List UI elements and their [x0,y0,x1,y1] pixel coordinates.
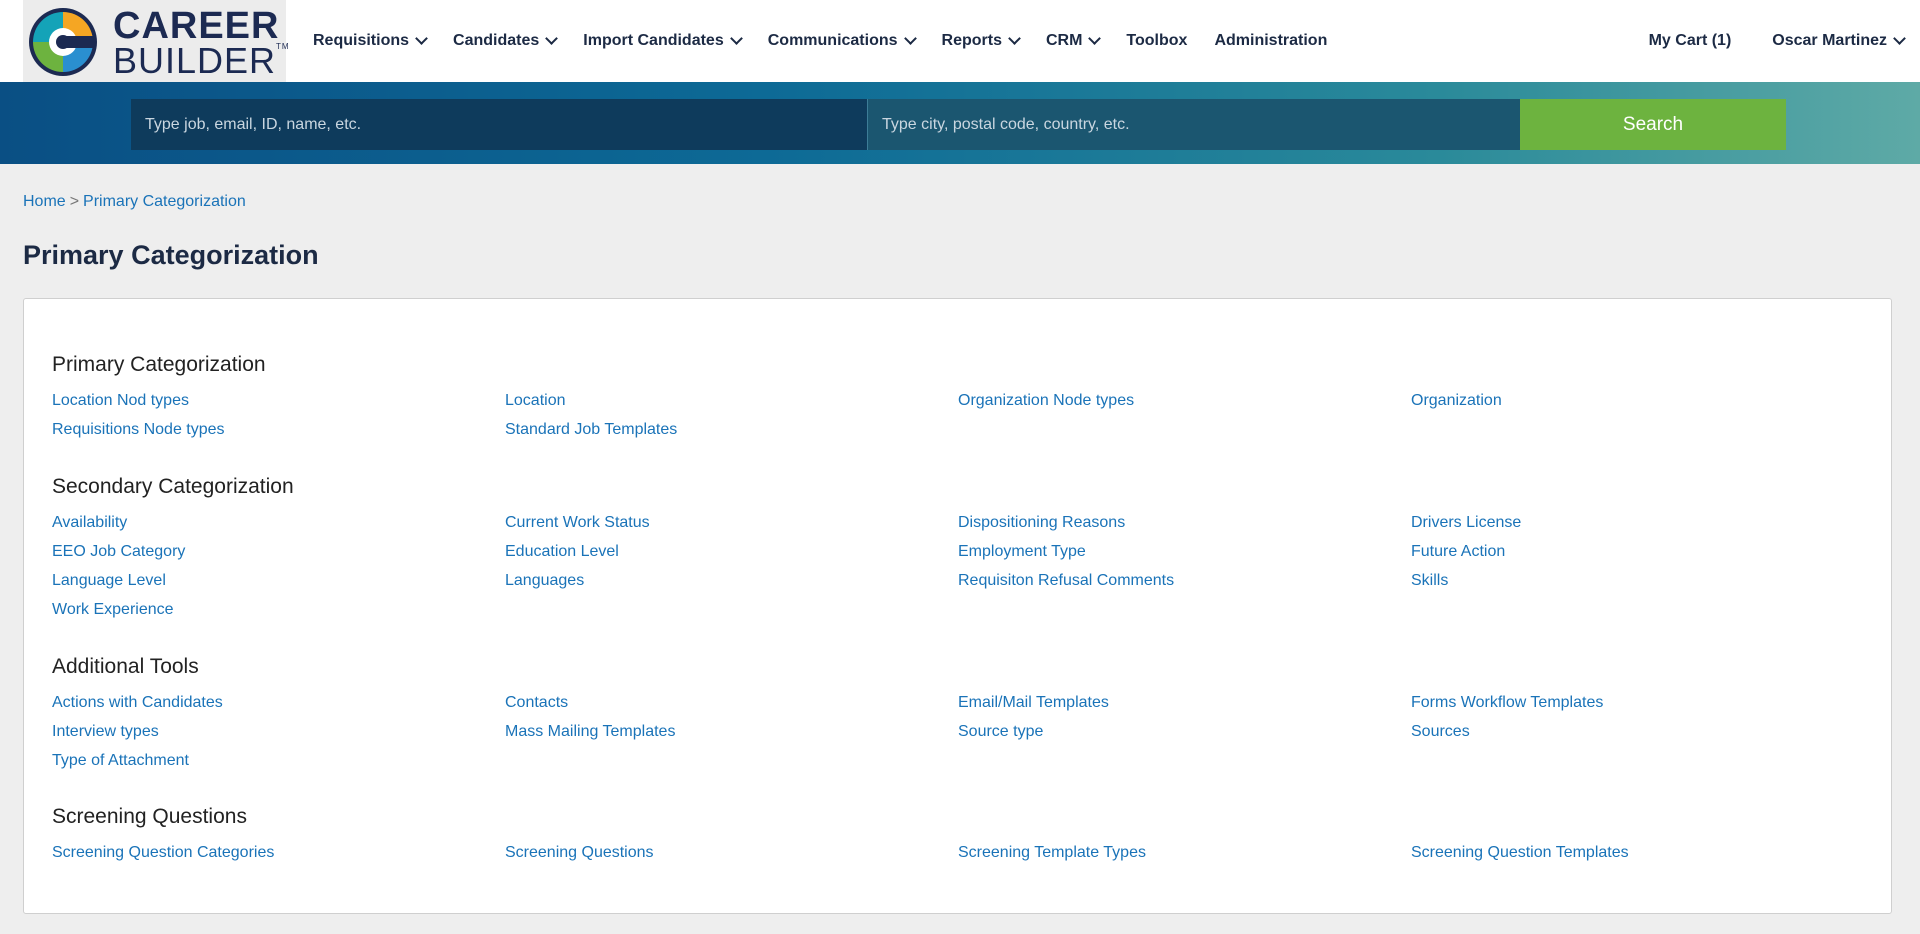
chevron-down-icon [729,31,743,45]
link-availability[interactable]: Availability [52,514,127,532]
link-screening-question-categories[interactable]: Screening Question Categories [52,844,274,862]
page-title: Primary Categorization [23,240,319,270]
section-title-screening-questions: Screening Questions [52,805,247,828]
link-forms-workflow-templates[interactable]: Forms Workflow Templates [1411,694,1603,712]
logo-mark-icon [29,8,97,76]
link-dispositioning-reasons[interactable]: Dispositioning Reasons [958,514,1125,532]
link-source-type[interactable]: Source type [958,723,1043,741]
link-future-action[interactable]: Future Action [1411,543,1505,561]
my-cart-link[interactable]: My Cart (1) [1649,32,1732,50]
nav-label: CRM [1045,32,1083,49]
search-band: Search [0,82,1920,164]
chevron-down-icon [415,31,428,45]
nav-label: Administration [1214,32,1328,49]
chevron-down-icon [1008,31,1021,45]
link-sources[interactable]: Sources [1411,723,1470,741]
logo-trademark: TM [276,42,290,51]
link-requisitions-node-types[interactable]: Requisitions Node types [52,421,225,439]
logo-line-2: BUILDERTM [113,43,290,79]
link-languages[interactable]: Languages [505,572,584,590]
link-screening-question-templates[interactable]: Screening Question Templates [1411,844,1629,862]
link-organization-node-types[interactable]: Organization Node types [958,392,1134,410]
search-button[interactable]: Search [1520,99,1786,150]
link-type-of-attachment[interactable]: Type of Attachment [52,752,189,770]
section-title-additional-tools: Additional Tools [52,655,199,678]
link-mass-mailing-templates[interactable]: Mass Mailing Templates [505,723,675,741]
nav-communications[interactable]: Communications [767,31,917,50]
user-nav: My Cart (1) Oscar Martinez [1649,0,1920,82]
breadcrumb-current[interactable]: Primary Categorization [83,193,246,210]
link-interview-types[interactable]: Interview types [52,723,159,741]
nav-label: Requisitions [313,32,410,49]
link-email-mail-templates[interactable]: Email/Mail Templates [958,694,1109,712]
link-location-nod-types[interactable]: Location Nod types [52,392,189,410]
section-title-secondary: Secondary Categorization [52,475,294,498]
nav-label: Toolbox [1126,32,1188,49]
location-search-input[interactable] [868,99,1520,150]
link-screening-questions[interactable]: Screening Questions [505,844,654,862]
chevron-down-icon [545,31,559,45]
nav-label: Candidates [453,32,540,49]
main-nav: Requisitions Candidates Import Candidate… [313,0,1354,82]
breadcrumb: Home > Primary Categorization [23,193,246,211]
nav-label: Import Candidates [583,32,724,49]
link-screening-template-types[interactable]: Screening Template Types [958,844,1146,862]
link-work-experience[interactable]: Work Experience [52,601,174,619]
settings-card: Primary Categorization Location Nod type… [23,298,1892,914]
breadcrumb-separator: > [69,193,80,210]
breadcrumb-home[interactable]: Home [23,193,66,210]
nav-toolbox[interactable]: Toolbox [1126,32,1187,50]
user-menu[interactable]: Oscar Martinez [1772,31,1906,50]
link-drivers-license[interactable]: Drivers License [1411,514,1521,532]
careerbuilder-logo[interactable]: CAREER BUILDERTM [23,0,289,82]
link-contacts[interactable]: Contacts [505,694,568,712]
nav-import-candidates[interactable]: Import Candidates [583,31,743,50]
nav-candidates[interactable]: Candidates [453,31,559,50]
link-organization[interactable]: Organization [1411,392,1502,410]
nav-reports[interactable]: Reports [941,31,1021,50]
chevron-down-icon [1893,31,1906,45]
nav-crm[interactable]: CRM [1045,31,1102,50]
nav-label: Communications [767,32,898,49]
section-title-primary: Primary Categorization [52,353,266,376]
logo-line-2-text: BUILDER [113,40,277,81]
search-bar: Search [131,99,1786,150]
top-navigation-bar: CAREER BUILDERTM Requisitions Candidates… [0,0,1920,82]
link-location[interactable]: Location [505,392,566,410]
nav-administration[interactable]: Administration [1214,32,1327,50]
chevron-down-icon [1088,31,1102,45]
user-name: Oscar Martinez [1772,32,1887,49]
link-requisition-refusal-comments[interactable]: Requisiton Refusal Comments [958,572,1174,590]
nav-requisitions[interactable]: Requisitions [313,31,428,50]
link-standard-job-templates[interactable]: Standard Job Templates [505,421,677,439]
link-employment-type[interactable]: Employment Type [958,543,1086,561]
chevron-down-icon [903,31,917,45]
link-current-work-status[interactable]: Current Work Status [505,514,650,532]
keyword-search-input[interactable] [131,99,868,150]
link-skills[interactable]: Skills [1411,572,1448,590]
link-education-level[interactable]: Education Level [505,543,619,561]
link-language-level[interactable]: Language Level [52,572,166,590]
link-actions-with-candidates[interactable]: Actions with Candidates [52,694,223,712]
link-eeo-job-category[interactable]: EEO Job Category [52,543,185,561]
logo-wordmark: CAREER BUILDERTM [113,7,290,79]
nav-label: Reports [941,32,1002,49]
